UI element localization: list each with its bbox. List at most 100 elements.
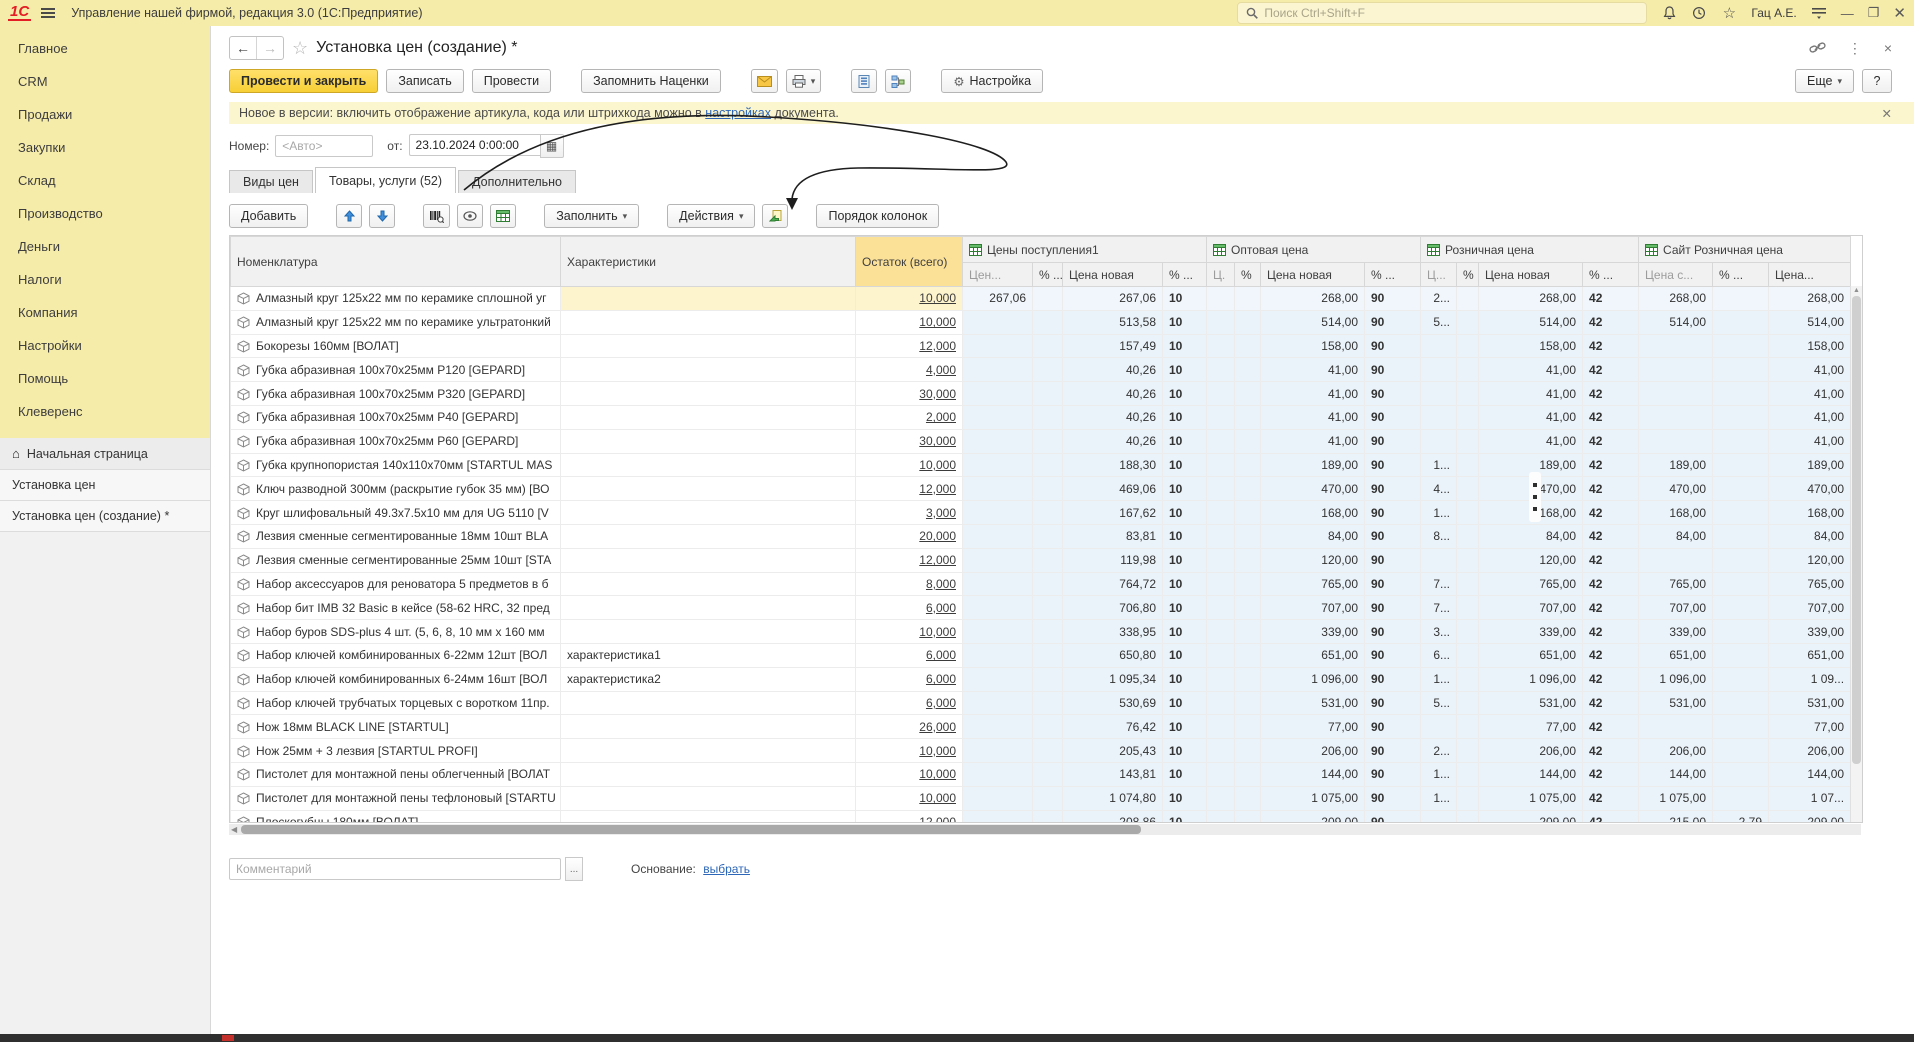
cell-nomenclature[interactable]: Губка абразивная 100х70х25мм Р320 [GEPAR… [231, 382, 561, 406]
open-window-item[interactable]: Установка цен (создание) * [0, 501, 210, 532]
add-row-button[interactable]: Добавить [229, 204, 308, 228]
move-up-button[interactable] [336, 204, 362, 228]
cell-stock-link[interactable]: 10,000 [856, 287, 963, 311]
cell-c1_old[interactable] [963, 524, 1033, 548]
cell-c1_pct[interactable]: 10 [1163, 287, 1207, 311]
cell-stock-link[interactable]: 12,000 [856, 334, 963, 358]
cell-c4_new[interactable]: 339,00 [1769, 620, 1851, 644]
cell-c3_pct[interactable]: 42 [1583, 667, 1639, 691]
cell-nomenclature[interactable]: Круг шлифовальный 49.3х7.5х10 мм для UG … [231, 501, 561, 525]
cell-char[interactable] [561, 334, 856, 358]
cell-empty[interactable] [1207, 691, 1235, 715]
cell-c4_pct[interactable] [1713, 620, 1769, 644]
cell-c4_old[interactable]: 1 096,00 [1639, 667, 1713, 691]
cell-stock-link[interactable]: 12,000 [856, 548, 963, 572]
cell-c1_new[interactable]: 469,06 [1063, 477, 1163, 501]
cell-c4_new[interactable]: 189,00 [1769, 453, 1851, 477]
cell-empty[interactable] [1235, 786, 1261, 810]
favorite-star-icon[interactable]: ☆ [292, 38, 308, 59]
cell-c4_new[interactable]: 707,00 [1769, 596, 1851, 620]
cell-c3_old[interactable]: 7... [1421, 596, 1457, 620]
global-search-input[interactable]: Поиск Ctrl+Shift+F [1237, 2, 1647, 24]
cell-c3_new[interactable]: 41,00 [1479, 382, 1583, 406]
cell-c2_pct[interactable]: 90 [1365, 739, 1421, 763]
cell-c3_pct[interactable]: 42 [1583, 358, 1639, 382]
price-group-header[interactable]: Сайт Розничная цена [1639, 237, 1851, 263]
cell-c4_new[interactable]: 268,00 [1769, 287, 1851, 311]
cell-c3_old[interactable]: 1... [1421, 453, 1457, 477]
cell-c4_pct[interactable]: -2,79 [1713, 810, 1769, 823]
cell-empty[interactable] [1457, 548, 1479, 572]
cell-c3_old[interactable] [1421, 810, 1457, 823]
cell-c1_pct[interactable]: 10 [1163, 548, 1207, 572]
more-button[interactable]: Еще ▾ [1795, 69, 1854, 93]
cell-empty[interactable] [1207, 524, 1235, 548]
subcolumn-header[interactable]: % [1235, 263, 1261, 287]
cell-c4_new[interactable]: 41,00 [1769, 358, 1851, 382]
cell-c1_pct[interactable]: 10 [1163, 310, 1207, 334]
cell-c2_pct[interactable]: 90 [1365, 382, 1421, 406]
cell-empty[interactable] [1207, 501, 1235, 525]
cell-c4_pct[interactable] [1713, 596, 1769, 620]
price-table-button[interactable] [490, 204, 516, 228]
cell-c3_new[interactable]: 41,00 [1479, 429, 1583, 453]
cell-empty[interactable] [1033, 429, 1063, 453]
cell-c1_old[interactable] [963, 643, 1033, 667]
cell-c3_pct[interactable]: 42 [1583, 405, 1639, 429]
tab-1[interactable]: Товары, услуги (52) [315, 167, 456, 193]
window-minimize-button[interactable]: — [1841, 6, 1854, 21]
cell-stock-link[interactable]: 6,000 [856, 667, 963, 691]
cell-nomenclature[interactable]: Набор аксессуаров для реноватора 5 предм… [231, 572, 561, 596]
cell-c4_new[interactable]: 206,00 [1769, 739, 1851, 763]
cell-empty[interactable] [1033, 334, 1063, 358]
cell-empty[interactable] [1235, 453, 1261, 477]
cell-c1_pct[interactable]: 10 [1163, 739, 1207, 763]
table-row[interactable]: Набор ключей комбинированных 6-24мм 16шт… [231, 667, 1851, 691]
cell-char[interactable] [561, 358, 856, 382]
cell-c4_old[interactable]: 339,00 [1639, 620, 1713, 644]
cell-c4_new[interactable]: 144,00 [1769, 762, 1851, 786]
cell-c2_new[interactable]: 268,00 [1261, 287, 1365, 311]
cell-empty[interactable] [1235, 287, 1261, 311]
cell-c3_old[interactable] [1421, 429, 1457, 453]
price-group-header[interactable]: Оптовая цена [1207, 237, 1421, 263]
cell-c1_new[interactable]: 119,98 [1063, 548, 1163, 572]
cell-empty[interactable] [1033, 524, 1063, 548]
column-header-nomenclature[interactable]: Номенклатура [231, 237, 561, 287]
cell-empty[interactable] [1457, 667, 1479, 691]
cell-stock-link[interactable]: 4,000 [856, 358, 963, 382]
cell-char[interactable] [561, 310, 856, 334]
cell-c2_pct[interactable]: 90 [1365, 310, 1421, 334]
cell-c3_new[interactable]: 41,00 [1479, 358, 1583, 382]
table-row[interactable]: Набор буров SDS-plus 4 шт. (5, 6, 8, 10 … [231, 620, 1851, 644]
cell-c1_new[interactable]: 650,80 [1063, 643, 1163, 667]
cell-c1_old[interactable] [963, 334, 1033, 358]
cell-c3_new[interactable]: 209,00 [1479, 810, 1583, 823]
cell-c2_new[interactable]: 1 096,00 [1261, 667, 1365, 691]
cell-c1_old[interactable] [963, 596, 1033, 620]
cell-c1_old[interactable] [963, 501, 1033, 525]
cell-c3_pct[interactable]: 42 [1583, 739, 1639, 763]
cell-c3_pct[interactable]: 42 [1583, 810, 1639, 823]
cell-char[interactable] [561, 572, 856, 596]
sidebar-item[interactable]: Закупки [0, 131, 210, 164]
cell-c4_old[interactable] [1639, 429, 1713, 453]
cell-c4_old[interactable] [1639, 358, 1713, 382]
cell-c4_new[interactable]: 651,00 [1769, 643, 1851, 667]
post-and-close-button[interactable]: Провести и закрыть [229, 69, 378, 93]
cell-c3_new[interactable]: 120,00 [1479, 548, 1583, 572]
cell-empty[interactable] [1033, 620, 1063, 644]
cell-c1_pct[interactable]: 10 [1163, 762, 1207, 786]
cell-nomenclature[interactable]: Пистолет для монтажной пены облегченный … [231, 762, 561, 786]
table-row[interactable]: Плоскогубцы 180мм [ВОЛАТ]12,000208,86102… [231, 810, 1851, 823]
table-row[interactable]: Набор аксессуаров для реноватора 5 предм… [231, 572, 1851, 596]
cell-c1_new[interactable]: 143,81 [1063, 762, 1163, 786]
subcolumn-header[interactable]: % ... [1163, 263, 1207, 287]
cell-empty[interactable] [1207, 762, 1235, 786]
cell-c1_old[interactable] [963, 310, 1033, 334]
cell-stock-link[interactable]: 3,000 [856, 501, 963, 525]
cell-c4_old[interactable] [1639, 382, 1713, 406]
cell-c3_old[interactable]: 4... [1421, 477, 1457, 501]
table-row[interactable]: Ключ разводной 300мм (раскрытие губок 35… [231, 477, 1851, 501]
cell-stock-link[interactable]: 6,000 [856, 691, 963, 715]
